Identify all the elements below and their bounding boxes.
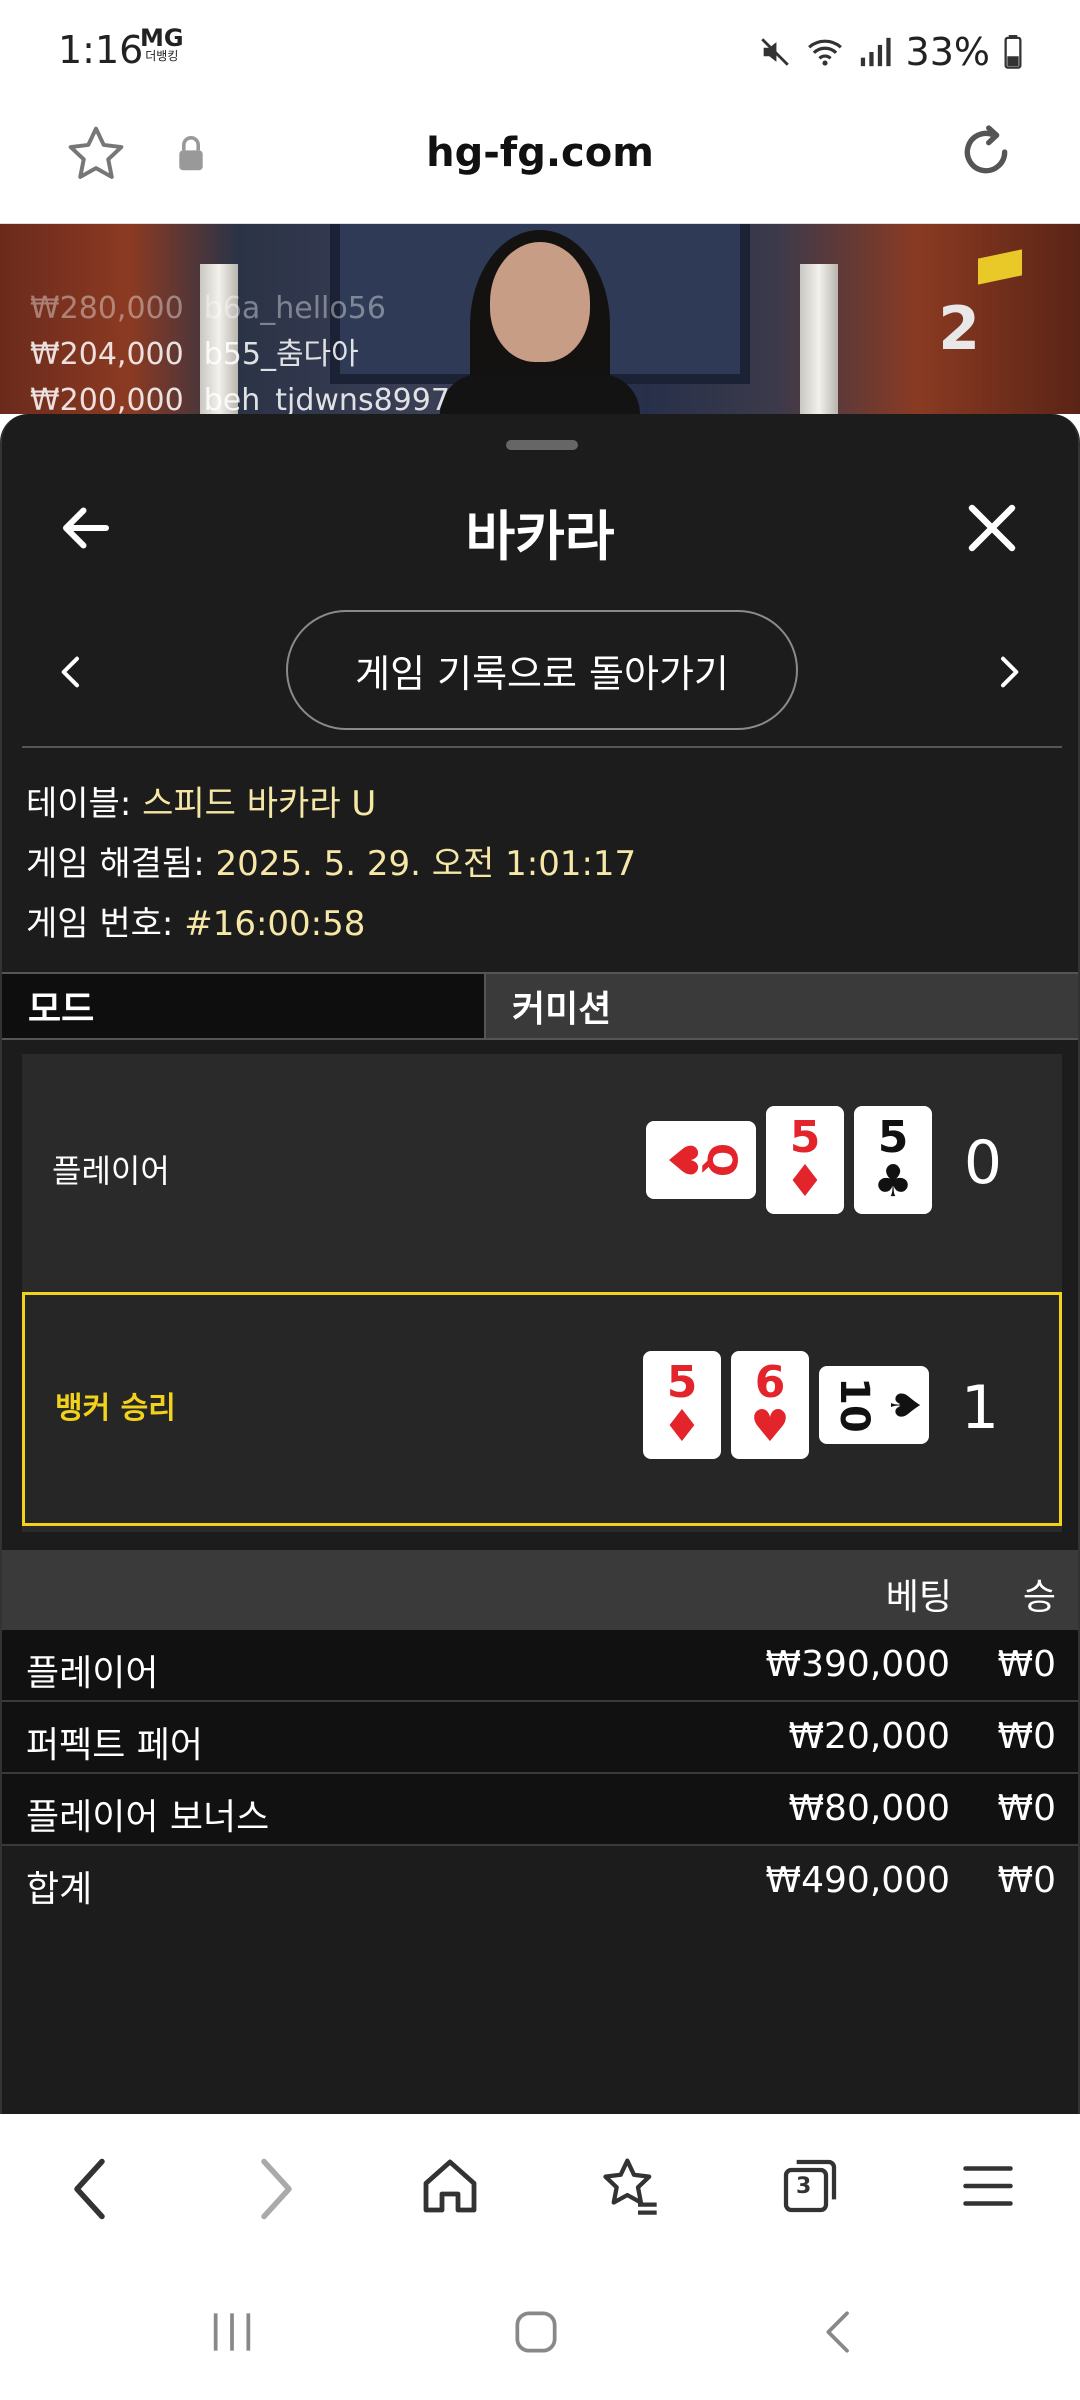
bet-table-header: 베팅 승 <box>2 1550 1078 1630</box>
browser-url-bar: hg-fg.com <box>0 100 1080 224</box>
banker-cards: 5 ♦ 6 ♥ 10 ♠ <box>643 1351 929 1459</box>
url-text[interactable]: hg-fg.com <box>0 130 1080 176</box>
video-number: 2 <box>938 294 980 364</box>
recents-icon[interactable] <box>204 2304 260 2360</box>
close-icon[interactable] <box>962 498 1022 558</box>
table-row: 플레이어 보너스 ₩80,000 ₩0 <box>2 1774 1078 1846</box>
header-win: 승 <box>1022 1577 1056 1618</box>
total-row: 합계 ₩490,000 ₩0 <box>2 1846 1078 1918</box>
bet-ticker: ₩280,000 b6a_hello56 ₩204,000 b55_춤다아 ₩2… <box>30 286 450 414</box>
mute-icon <box>760 38 789 66</box>
status-icons: 33% <box>758 30 1022 74</box>
battery-percent: 33% <box>905 30 990 74</box>
reload-icon[interactable] <box>954 120 1018 184</box>
bet-ticker-row: ₩280,000 b6a_hello56 <box>30 291 386 326</box>
table-info: 테이블: 스피드 바카라 U <box>26 784 377 824</box>
dealer-face <box>490 242 590 362</box>
playing-card: 6 ♥ <box>731 1351 809 1459</box>
menu-icon[interactable] <box>958 2154 1018 2218</box>
playing-card: 5 ♦ <box>766 1106 844 1214</box>
banker-score: 1 <box>960 1373 999 1443</box>
signal-icon <box>860 37 891 67</box>
forward-icon[interactable] <box>244 2154 304 2224</box>
table-row: 플레이어 ₩390,000 ₩0 <box>2 1630 1078 1702</box>
dealer-body <box>440 374 640 414</box>
chevron-right-icon[interactable] <box>988 652 1028 692</box>
live-video[interactable]: ₩280,000 b6a_hello56 ₩204,000 b55_춤다아 ₩2… <box>0 224 1080 414</box>
player-cards: ♥ Q 5 ♦ 5 ♣ <box>646 1106 932 1214</box>
playing-card: 5 ♦ <box>643 1351 721 1459</box>
mode-tabs: 모드 커미션 <box>2 972 1078 1040</box>
bet-ticker-row: ₩200,000 beh_tjdwns8997 <box>30 383 450 414</box>
tab-commission[interactable]: 커미션 <box>486 974 1078 1038</box>
tab-mode[interactable]: 모드 <box>2 974 486 1038</box>
system-nav-bar <box>0 2264 1080 2400</box>
sheet-title: 바카라 <box>465 505 615 568</box>
wifi-icon <box>807 39 842 66</box>
battery-icon <box>1004 35 1022 69</box>
pillar <box>800 264 838 414</box>
game-nav-row: 게임 기록으로 돌아가기 <box>2 610 1078 734</box>
player-hand-label: 플레이어 <box>52 1152 170 1190</box>
tab-count: 3 <box>796 2174 812 2199</box>
status-bar: 1:16 MG 더뱅킹 33% <box>0 0 1080 100</box>
player-hand: 플레이어 ♥ Q 5 ♦ 5 ♣ 0 <box>22 1054 1062 1288</box>
status-time: 1:16 <box>58 28 144 72</box>
bet-ticker-row: ₩204,000 b55_춤다아 <box>30 337 359 372</box>
hand-results: 플레이어 ♥ Q 5 ♦ 5 ♣ 0 뱅커 승리 5 ♦ 6 ♥ 10 ♠ 1 <box>22 1054 1062 1532</box>
game-info: 테이블: 스피드 바카라 U 게임 해결됨: 2025. 5. 29. 오전 1… <box>26 774 636 954</box>
browser-toolbar: 3 <box>0 2114 1080 2264</box>
back-to-history-button[interactable]: 게임 기록으로 돌아가기 <box>286 610 798 730</box>
banker-hand: 뱅커 승리 5 ♦ 6 ♥ 10 ♠ 1 <box>22 1292 1062 1526</box>
resolved-info: 게임 해결됨: 2025. 5. 29. 오전 1:01:17 <box>26 844 637 884</box>
back-icon[interactable] <box>62 2154 122 2224</box>
playing-card: ♥ Q <box>646 1121 756 1199</box>
banker-hand-label: 뱅커 승리 <box>55 1391 176 1426</box>
bookmarks-icon[interactable] <box>598 2154 662 2218</box>
sheet-header: 바카라 <box>2 474 1078 584</box>
chevron-left-icon[interactable] <box>52 652 92 692</box>
carrier-logo: MG 더뱅킹 <box>140 24 184 63</box>
home-icon[interactable] <box>418 2154 482 2218</box>
game-number-info: 게임 번호: #16:00:58 <box>26 904 366 944</box>
divider <box>22 746 1062 748</box>
playing-card: 5 ♣ <box>854 1106 932 1214</box>
playing-card: 10 ♠ <box>819 1366 929 1444</box>
player-score: 0 <box>963 1128 1002 1198</box>
home-circle-icon[interactable] <box>508 2304 564 2360</box>
tabs-button[interactable]: 3 <box>778 2154 842 2218</box>
bet-table: 베팅 승 플레이어 ₩390,000 ₩0 퍼펙트 페어 ₩20,000 ₩0 … <box>2 1550 1078 1918</box>
game-detail-sheet: 바카라 게임 기록으로 돌아가기 테이블: 스피드 바카라 U 게임 해결됨: … <box>0 414 1080 2114</box>
sheet-drag-handle[interactable] <box>506 440 578 450</box>
table-row: 퍼펙트 페어 ₩20,000 ₩0 <box>2 1702 1078 1774</box>
system-back-icon[interactable] <box>812 2304 868 2360</box>
header-bet: 베팅 <box>885 1577 952 1618</box>
video-marker <box>978 249 1022 285</box>
